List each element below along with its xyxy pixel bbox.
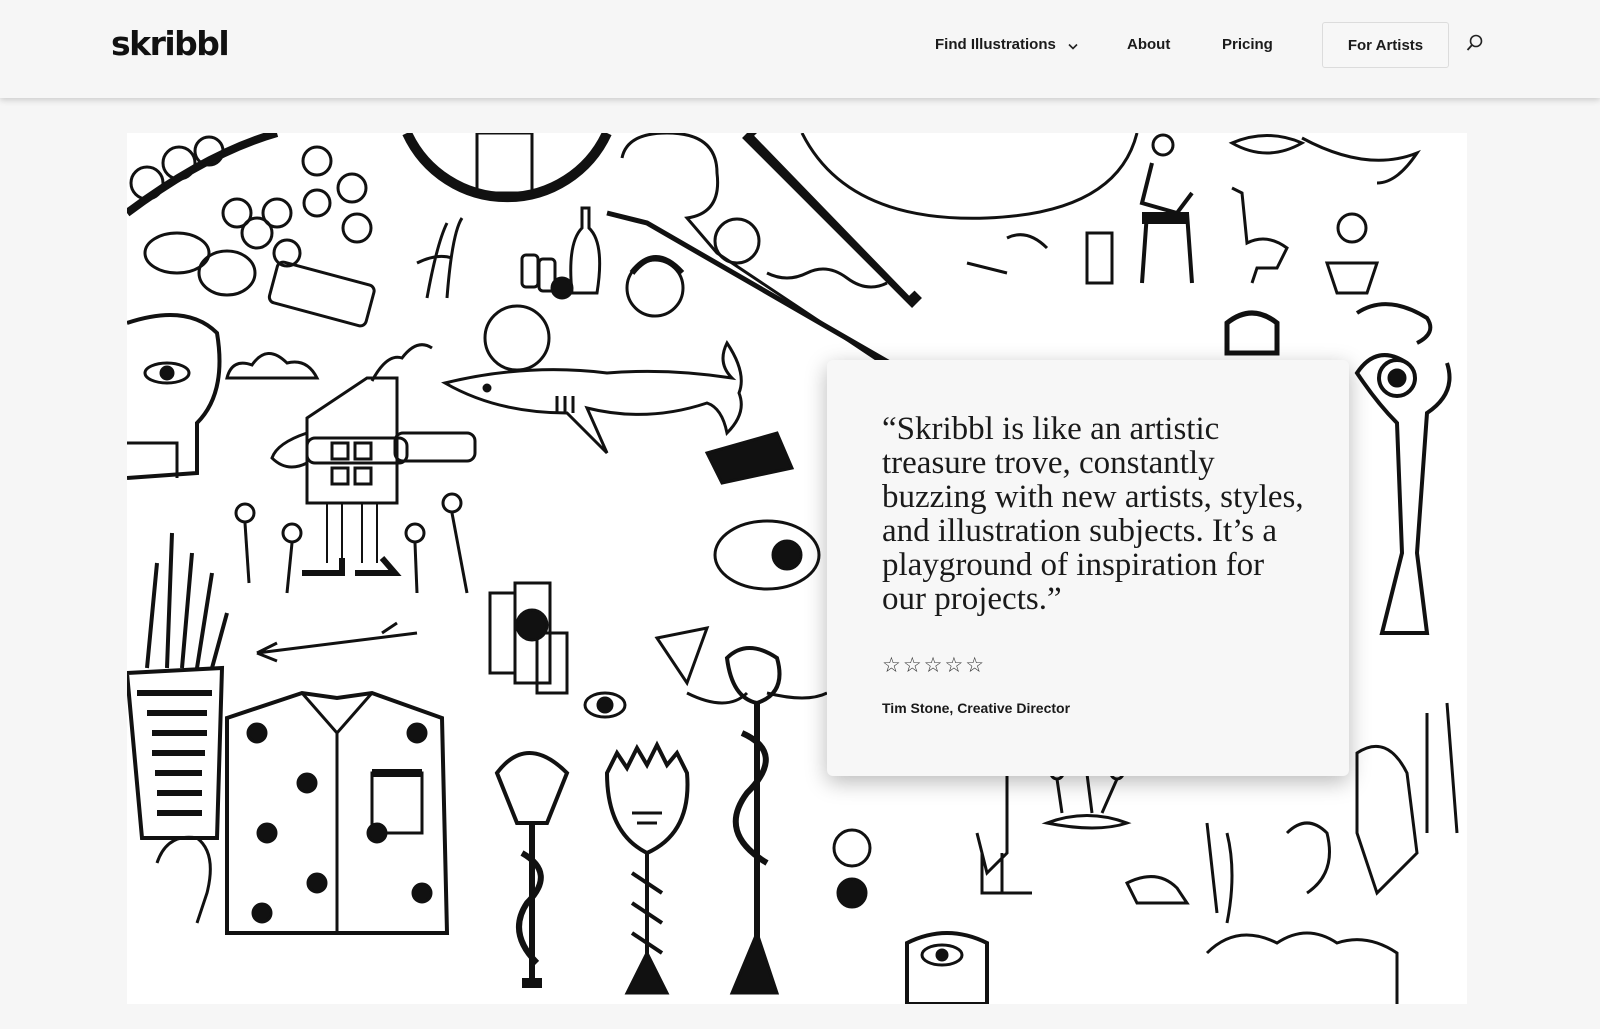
nav-about[interactable]: About [1127, 36, 1170, 53]
for-artists-button[interactable]: For Artists [1322, 22, 1449, 68]
site-header: skribbl Find Illustrations About Pricing… [0, 0, 1600, 98]
testimonial-card: “Skribbl is like an artistic treasure tr… [827, 360, 1349, 776]
chevron-down-icon [1068, 37, 1078, 54]
search-icon[interactable] [1466, 34, 1484, 57]
nav-find-illustrations[interactable]: Find Illustrations [935, 36, 1078, 54]
testimonial-author: Tim Stone, Creative Director [882, 700, 1071, 716]
nav-find-illustrations-label: Find Illustrations [935, 36, 1056, 53]
skribbl-logo[interactable]: skribbl [111, 24, 230, 63]
nav-pricing[interactable]: Pricing [1222, 36, 1273, 53]
rating-stars: ☆☆☆☆☆ [882, 653, 987, 677]
testimonial-quote: “Skribbl is like an artistic treasure tr… [882, 411, 1304, 617]
